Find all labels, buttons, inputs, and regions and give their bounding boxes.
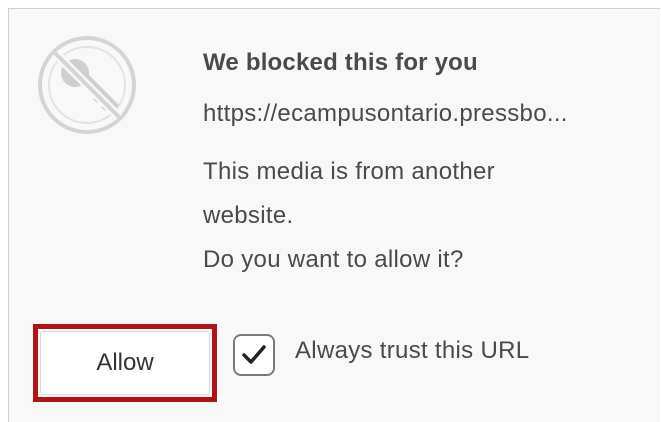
blocked-key-icon bbox=[35, 33, 139, 137]
always-trust-checkbox[interactable] bbox=[233, 334, 275, 376]
dialog-message: This media is from another website. Do y… bbox=[203, 150, 623, 282]
dialog-title: We blocked this for you bbox=[203, 49, 478, 76]
message-line: website. bbox=[203, 202, 294, 229]
always-trust-label[interactable]: Always trust this URL bbox=[295, 337, 529, 365]
message-line: This media is from another bbox=[203, 158, 495, 185]
message-line: Do you want to allow it? bbox=[203, 246, 464, 273]
blocked-media-dialog: We blocked this for you https://ecampuso… bbox=[8, 8, 660, 422]
allow-button[interactable]: Allow bbox=[40, 331, 210, 395]
checkmark-icon bbox=[242, 345, 266, 364]
blocked-url: https://ecampusontario.pressbo... bbox=[203, 100, 568, 127]
